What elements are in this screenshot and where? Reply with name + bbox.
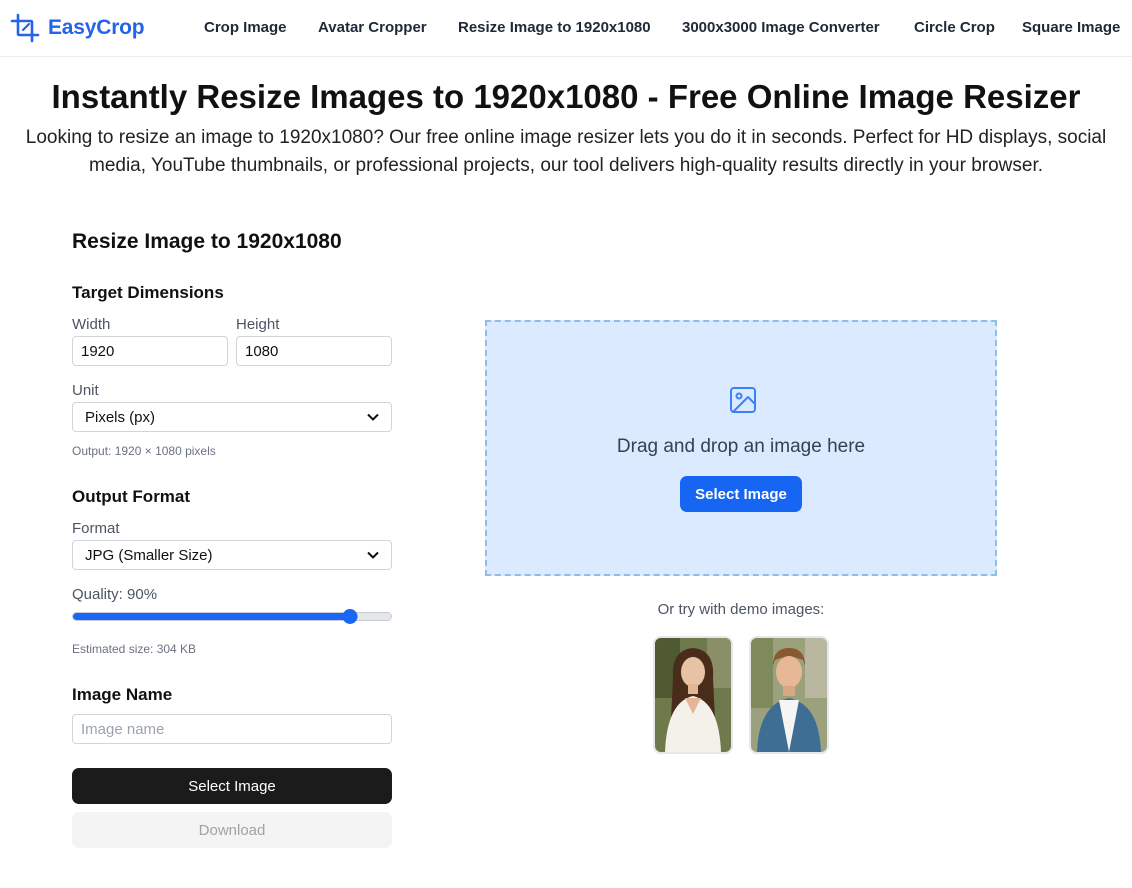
width-input[interactable] bbox=[72, 336, 228, 366]
output-format-title: Output Format bbox=[72, 487, 191, 506]
unit-select[interactable]: Pixels (px) bbox=[72, 402, 392, 432]
download-button[interactable]: Download bbox=[72, 812, 392, 848]
width-label: Width bbox=[72, 316, 111, 333]
demo-image-man[interactable] bbox=[749, 636, 829, 754]
nav-avatar-cropper[interactable]: Avatar Cropper bbox=[318, 19, 427, 36]
woman-portrait-photo bbox=[655, 638, 731, 752]
quality-slider-fill bbox=[73, 613, 352, 620]
nav-3000x3000-converter[interactable]: 3000x3000 Image Converter bbox=[682, 19, 880, 36]
height-label: Height bbox=[236, 316, 280, 333]
output-dimensions-hint: Output: 1920 × 1080 pixels bbox=[72, 444, 216, 458]
unit-select-value: Pixels (px) bbox=[85, 408, 156, 426]
panel-title: Resize Image to 1920x1080 bbox=[72, 230, 342, 253]
demo-image-woman[interactable] bbox=[653, 636, 733, 754]
page-subtitle: Looking to resize an image to 1920x1080?… bbox=[25, 127, 1107, 176]
format-label: Format bbox=[72, 520, 120, 537]
estimated-size: Estimated size: 304 KB bbox=[72, 642, 197, 656]
image-dropzone[interactable]: Drag and drop an image here Select Image bbox=[485, 320, 997, 576]
dropzone-text: Drag and drop an image here bbox=[616, 436, 866, 457]
nav-crop-image[interactable]: Crop Image bbox=[204, 19, 287, 36]
target-dimensions-title: Target Dimensions bbox=[72, 283, 224, 302]
height-input[interactable] bbox=[236, 336, 392, 366]
top-navbar: EasyCrop Crop Image Avatar Cropper Resiz… bbox=[0, 0, 1132, 57]
quality-slider[interactable] bbox=[72, 609, 392, 624]
nav-circle-crop[interactable]: Circle Crop bbox=[914, 19, 995, 36]
image-icon bbox=[730, 387, 756, 413]
format-select-value: JPG (Smaller Size) bbox=[85, 546, 213, 564]
page-title: Instantly Resize Images to 1920x1080 - F… bbox=[51, 78, 1081, 115]
select-image-button[interactable]: Select Image bbox=[72, 768, 392, 804]
dropzone-select-image-button[interactable]: Select Image bbox=[680, 476, 802, 512]
nav-square-image[interactable]: Square Image bbox=[1022, 19, 1120, 36]
nav-resize-1920x1080[interactable]: Resize Image to 1920x1080 bbox=[458, 19, 651, 36]
demo-images-label: Or try with demo images: bbox=[657, 601, 825, 618]
image-name-input[interactable] bbox=[72, 714, 392, 744]
quality-label: Quality: 90% bbox=[72, 586, 158, 603]
main-nav: Crop Image Avatar Cropper Resize Image t… bbox=[0, 19, 1132, 39]
chevron-down-icon bbox=[367, 413, 379, 421]
man-portrait-photo bbox=[751, 638, 827, 752]
format-select[interactable]: JPG (Smaller Size) bbox=[72, 540, 392, 570]
chevron-down-icon bbox=[367, 551, 379, 559]
unit-label: Unit bbox=[72, 382, 99, 399]
image-name-title: Image Name bbox=[72, 685, 173, 704]
quality-slider-thumb[interactable] bbox=[342, 609, 358, 624]
